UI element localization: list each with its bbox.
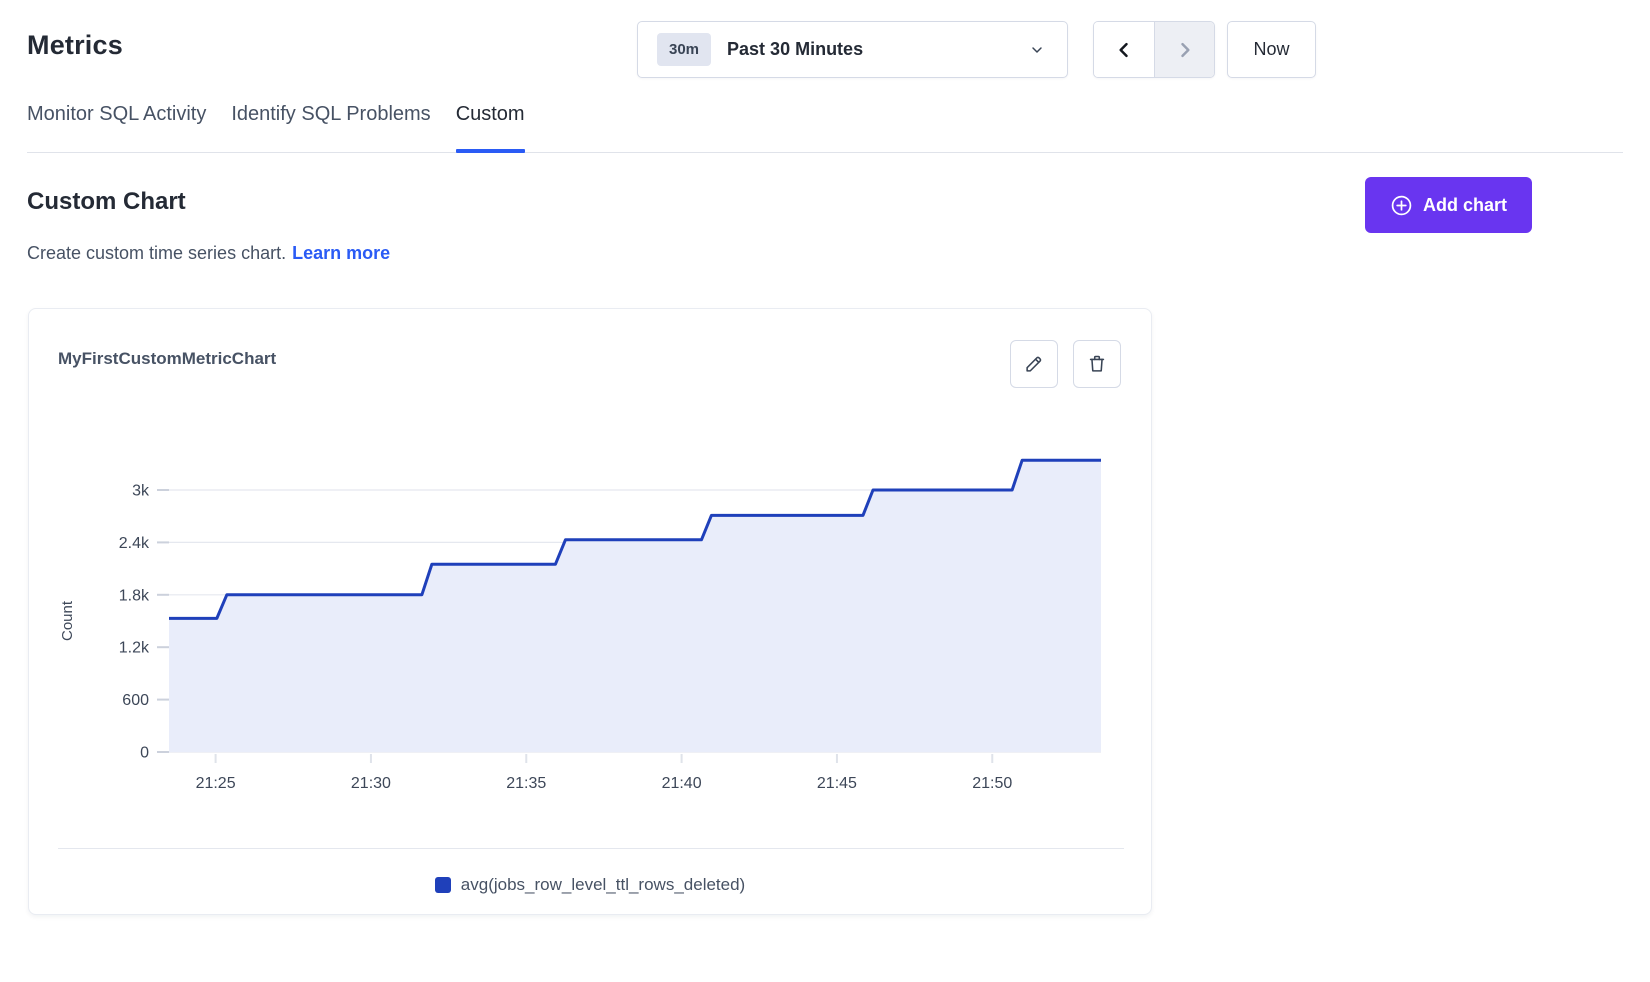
previous-timeframe-button[interactable] [1094, 22, 1154, 77]
svg-text:1.8k: 1.8k [119, 587, 150, 604]
chart-title: MyFirstCustomMetricChart [58, 349, 276, 369]
trash-icon [1086, 353, 1108, 375]
legend-swatch [435, 877, 451, 893]
now-button[interactable]: Now [1227, 21, 1316, 78]
time-range-label: Past 30 Minutes [727, 39, 1029, 60]
edit-chart-button[interactable] [1010, 340, 1058, 388]
chart-legend[interactable]: avg(jobs_row_level_ttl_rows_deleted) [29, 865, 1151, 905]
svg-text:21:50: 21:50 [972, 775, 1012, 792]
learn-more-link[interactable]: Learn more [292, 243, 390, 263]
svg-text:21:40: 21:40 [662, 775, 702, 792]
svg-text:21:30: 21:30 [351, 775, 391, 792]
svg-text:21:25: 21:25 [196, 775, 236, 792]
svg-text:600: 600 [122, 692, 149, 709]
card-divider [58, 848, 1124, 849]
svg-text:0: 0 [140, 745, 149, 762]
section-heading: Custom Chart [27, 188, 186, 216]
legend-label: avg(jobs_row_level_ttl_rows_deleted) [461, 875, 745, 895]
section-description-text: Create custom time series chart. [27, 243, 286, 263]
timeseries-chart[interactable]: 0 600 1.2k 1.8k 2.4k 3k 21:25 21:30 21:35 21:40 21… [58, 409, 1124, 809]
time-range-badge: 30m [657, 33, 711, 66]
next-timeframe-button[interactable] [1154, 22, 1214, 77]
chevron-left-icon [1114, 39, 1134, 61]
tab-identify-sql-problems[interactable]: Identify SQL Problems [231, 103, 430, 152]
svg-text:21:45: 21:45 [817, 775, 857, 792]
add-chart-label: Add chart [1423, 195, 1507, 216]
svg-text:Count: Count [59, 600, 76, 641]
plus-circle-icon [1390, 194, 1413, 217]
svg-text:2.4k: 2.4k [119, 535, 150, 552]
tab-monitor-sql-activity[interactable]: Monitor SQL Activity [27, 103, 206, 152]
custom-chart-card: MyFirstCustomMetricChart 0 600 1.2k 1.8k 2.4… [28, 308, 1152, 915]
metrics-tabs: Monitor SQL Activity Identify SQL Proble… [27, 103, 1623, 153]
chevron-right-icon [1175, 39, 1195, 61]
add-chart-button[interactable]: Add chart [1365, 177, 1532, 233]
page-title: Metrics [27, 30, 123, 61]
section-description: Create custom time series chart. Learn mo… [27, 243, 390, 264]
delete-chart-button[interactable] [1073, 340, 1121, 388]
time-range-picker[interactable]: 30m Past 30 Minutes [637, 21, 1068, 78]
svg-text:1.2k: 1.2k [119, 640, 150, 657]
svg-text:21:35: 21:35 [506, 775, 546, 792]
tab-custom[interactable]: Custom [456, 103, 525, 152]
chevron-down-icon [1029, 42, 1045, 58]
time-step-controls [1093, 21, 1215, 78]
svg-text:3k: 3k [132, 483, 150, 500]
pencil-icon [1023, 353, 1045, 375]
metrics-page: Metrics 30m Past 30 Minutes Now Monitor … [0, 0, 1650, 982]
